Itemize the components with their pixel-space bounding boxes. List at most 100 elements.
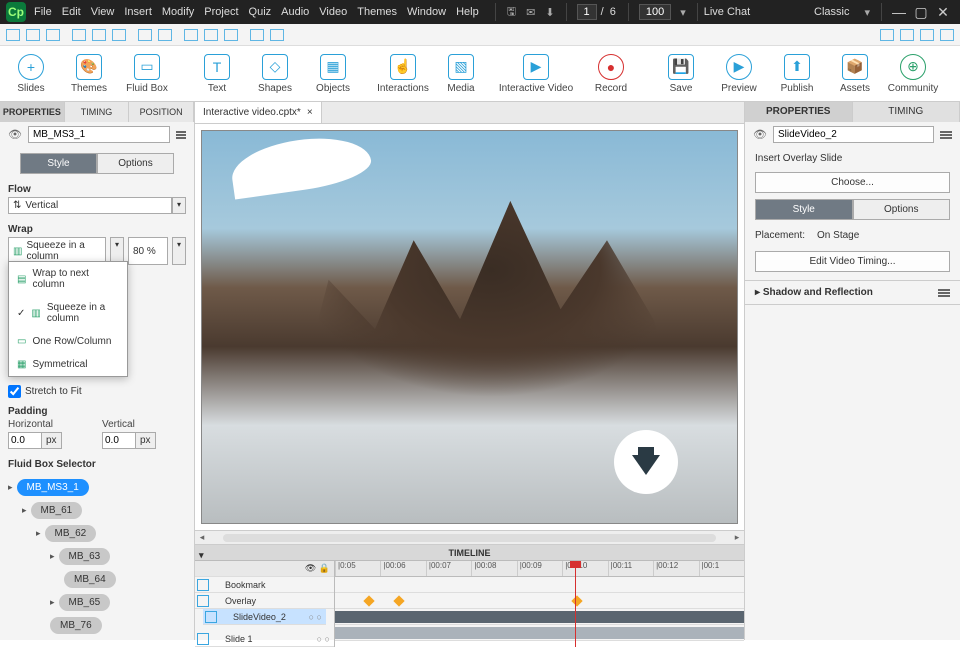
themes-button[interactable]: 🎨Themes xyxy=(66,54,112,94)
pad-v-input[interactable] xyxy=(102,432,136,449)
horizontal-scrollbar[interactable]: ◂▸ xyxy=(195,530,744,544)
wrap-percent[interactable]: 80 % xyxy=(128,237,168,265)
playhead[interactable] xyxy=(575,561,576,647)
options-menu-icon[interactable] xyxy=(938,289,950,297)
menu-help[interactable]: Help xyxy=(456,6,479,18)
expand-icon[interactable]: ▸ xyxy=(8,482,13,493)
interactions-button[interactable]: ☝Interactions xyxy=(380,54,426,94)
tab-properties-right[interactable]: PROPERTIES xyxy=(745,102,853,122)
menu-themes[interactable]: Themes xyxy=(357,6,397,18)
menu-quiz[interactable]: Quiz xyxy=(249,6,272,18)
collapse-icon[interactable]: ▾ xyxy=(199,547,204,563)
match-size-icon[interactable] xyxy=(224,29,238,41)
align-top-icon[interactable] xyxy=(72,29,86,41)
document-tab[interactable]: Interactive video.cptx*× xyxy=(195,102,322,123)
lock-icon[interactable]: 🔒 xyxy=(319,563,330,574)
menu-view[interactable]: View xyxy=(91,6,115,18)
layer-slide1[interactable]: Slide 1 xyxy=(209,634,313,644)
menu-project[interactable]: Project xyxy=(204,6,238,18)
save-button[interactable]: 💾Save xyxy=(658,54,704,94)
align-bottom-icon[interactable] xyxy=(112,29,126,41)
live-chat-link[interactable]: Live Chat xyxy=(704,6,750,18)
keyframe-icon[interactable] xyxy=(393,595,404,606)
menu-window[interactable]: Window xyxy=(407,6,446,18)
tree-node[interactable]: MB_65 xyxy=(59,594,111,611)
style-tab-right[interactable]: Style xyxy=(755,199,853,220)
chevron-down-icon[interactable]: ▾ xyxy=(680,6,686,19)
edit-video-timing-button[interactable]: Edit Video Timing... xyxy=(755,251,950,272)
choose-button[interactable]: Choose... xyxy=(755,172,950,193)
eye-icon[interactable]: 👁 xyxy=(8,128,22,142)
layer-overlay[interactable]: Overlay xyxy=(209,596,334,606)
style-tab[interactable]: Style xyxy=(20,153,97,174)
wrap-option-one-row[interactable]: ▭One Row/Column xyxy=(9,330,127,353)
preview-button[interactable]: ▶Preview xyxy=(716,54,762,94)
timeline-header[interactable]: ▾TIMELINE xyxy=(195,545,744,561)
ungroup-icon[interactable] xyxy=(270,29,284,41)
media-button[interactable]: ▧Media xyxy=(438,54,484,94)
match-width-icon[interactable] xyxy=(184,29,198,41)
flow-dropdown-icon[interactable]: ▾ xyxy=(172,197,186,214)
timeline-tracks[interactable]: |0:05|00:06|00:07|00:08|00:09|00:10|00:1… xyxy=(335,561,744,647)
options-menu-icon[interactable] xyxy=(940,131,952,139)
text-button[interactable]: TText xyxy=(194,54,240,94)
eye-icon[interactable]: 👁 xyxy=(305,563,316,574)
maximize-button[interactable]: ▢ xyxy=(910,4,932,21)
tree-node[interactable]: MB_63 xyxy=(59,548,111,565)
distribute-h-icon[interactable] xyxy=(138,29,152,41)
keyframe-icon[interactable] xyxy=(363,595,374,606)
object-name-input-right[interactable] xyxy=(773,126,934,143)
menu-insert[interactable]: Insert xyxy=(124,6,152,18)
minimize-button[interactable]: — xyxy=(888,4,910,20)
tree-node-root[interactable]: MB_MS3_1 xyxy=(17,479,89,496)
tab-properties[interactable]: PROPERTIES xyxy=(0,102,65,122)
stretch-checkbox[interactable]: Stretch to Fit xyxy=(8,385,186,398)
expand-icon[interactable]: ▸ xyxy=(22,505,27,516)
shapes-button[interactable]: ◇Shapes xyxy=(252,54,298,94)
menu-video[interactable]: Video xyxy=(319,6,347,18)
track-overlay[interactable] xyxy=(335,593,744,609)
menu-modify[interactable]: Modify xyxy=(162,6,194,18)
expand-icon[interactable]: ▸ xyxy=(50,597,55,608)
download-overlay-icon[interactable] xyxy=(614,430,678,494)
close-button[interactable]: ✕ xyxy=(932,4,954,21)
tree-node[interactable]: MB_64 xyxy=(64,571,116,588)
tree-node[interactable]: MB_76 xyxy=(50,617,102,634)
layer-bookmark[interactable]: Bookmark xyxy=(209,580,334,590)
assets-button[interactable]: 📦Assets xyxy=(832,54,878,94)
expand-icon[interactable]: ▸ xyxy=(50,551,55,562)
objects-button[interactable]: ▦Objects xyxy=(310,54,356,94)
pad-v-unit[interactable]: px xyxy=(136,432,156,449)
wrap-pct-dropdown-icon[interactable]: ▾ xyxy=(172,237,186,265)
layer-slidevideo[interactable]: SlideVideo_2 xyxy=(217,612,305,622)
track-slide1[interactable] xyxy=(335,625,744,641)
fluidbox-button[interactable]: ▭Fluid Box xyxy=(124,54,170,94)
layer-back-icon[interactable] xyxy=(880,29,894,41)
group-icon[interactable] xyxy=(250,29,264,41)
pad-h-input[interactable] xyxy=(8,432,42,449)
wrap-option-symmetrical[interactable]: ▦Symmetrical xyxy=(9,353,127,376)
menu-edit[interactable]: Edit xyxy=(62,6,81,18)
align-left-icon[interactable] xyxy=(6,29,20,41)
download-icon[interactable]: ⬇ xyxy=(545,6,554,19)
distribute-v-icon[interactable] xyxy=(158,29,172,41)
tab-position[interactable]: POSITION xyxy=(129,102,194,122)
track-slidevideo[interactable] xyxy=(335,609,744,625)
publish-button[interactable]: ⬆Publish xyxy=(774,54,820,94)
align-middle-icon[interactable] xyxy=(92,29,106,41)
menu-file[interactable]: File xyxy=(34,6,52,18)
scroll-right-icon[interactable]: ▸ xyxy=(730,532,744,543)
expand-icon[interactable]: ▸ xyxy=(36,528,41,539)
interactive-video-button[interactable]: ▶Interactive Video xyxy=(496,54,576,94)
options-tab-right[interactable]: Options xyxy=(853,199,951,220)
layer-front-icon[interactable] xyxy=(900,29,914,41)
scroll-left-icon[interactable]: ◂ xyxy=(195,532,209,543)
object-name-input[interactable] xyxy=(28,126,170,143)
wrap-option-next-column[interactable]: ▤Wrap to next column xyxy=(9,262,127,296)
align-right-icon[interactable] xyxy=(46,29,60,41)
tree-node[interactable]: MB_62 xyxy=(45,525,97,542)
tab-timing-right[interactable]: TIMING xyxy=(853,102,960,122)
close-tab-icon[interactable]: × xyxy=(307,107,313,118)
layer-backward-icon[interactable] xyxy=(920,29,934,41)
pad-h-unit[interactable]: px xyxy=(42,432,62,449)
